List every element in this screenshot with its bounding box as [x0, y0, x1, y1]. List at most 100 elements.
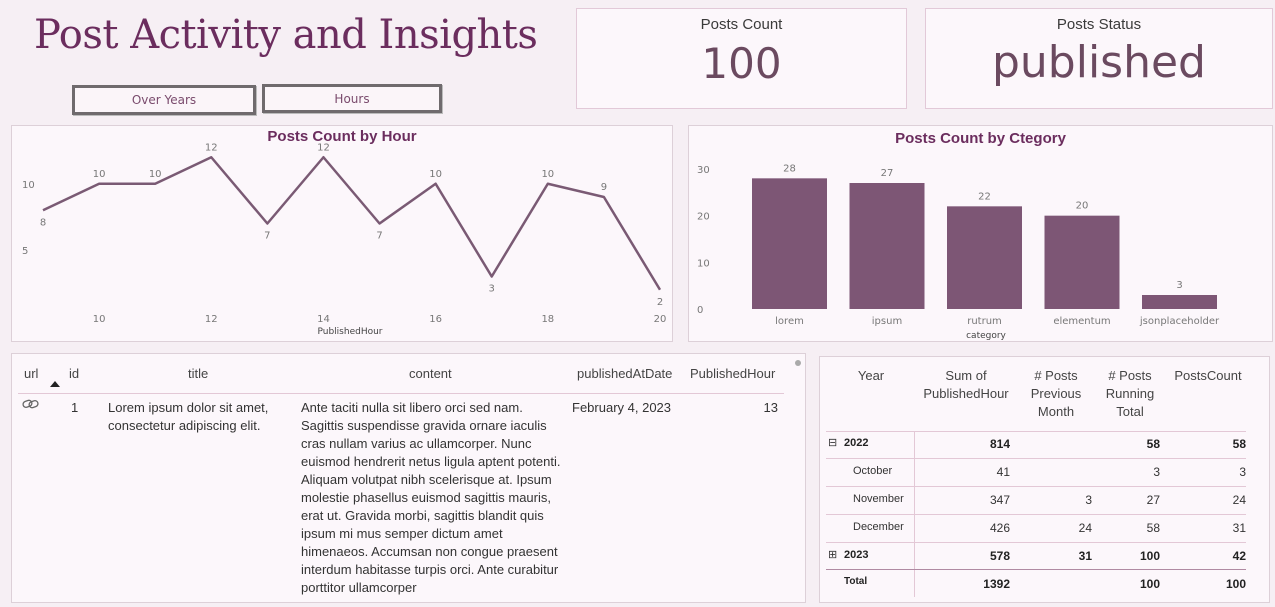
posts-matrix[interactable]: Year Sum of PublishedHour # Posts Previo…: [819, 356, 1270, 603]
matrix-divider: [826, 431, 1246, 432]
data-label: 7: [264, 231, 270, 242]
matrix-cell-prev: 24: [1078, 521, 1092, 535]
x-tick-label: 20: [654, 314, 667, 325]
matrix-cell-running: 27: [1146, 493, 1160, 507]
data-label: 9: [601, 182, 607, 193]
posts-by-category-chart[interactable]: Posts Count by Ctegory 0 10 20 30 28 lorem 27 i…: [688, 125, 1273, 342]
cell-id: 1: [71, 400, 79, 415]
x-tick-label: lorem: [775, 316, 804, 327]
matrix-cell-running: 58: [1146, 437, 1160, 451]
line-chart-svg: 5 10 10 12 14 16 18 20 PublishedHour 8 10 10 12 7 12 7 1…: [22, 142, 667, 337]
y-tick-label: 10: [697, 258, 710, 269]
column-header-url[interactable]: url: [24, 366, 38, 381]
matrix-cell-sum: 347: [989, 493, 1010, 507]
data-label: 2: [657, 297, 663, 308]
data-label: 8: [40, 217, 46, 228]
posts-count-value: 100: [701, 39, 782, 88]
x-tick-label: ipsum: [872, 316, 902, 327]
matrix-header-year[interactable]: Year: [846, 367, 896, 385]
matrix-header-sum[interactable]: Sum of PublishedHour: [916, 367, 1016, 403]
matrix-row-label: October: [853, 465, 893, 477]
data-label: 10: [429, 169, 442, 180]
cell-title: Lorem ipsum dolor sit amet, consectetur …: [108, 400, 269, 433]
posts-status-value: published: [991, 37, 1206, 88]
data-label: 12: [205, 142, 218, 153]
matrix-cell-running: 100: [1139, 577, 1160, 591]
matrix-cell-sum: 578: [989, 549, 1010, 563]
posts-table[interactable]: url id title content publishedAtDate Pub…: [11, 353, 806, 603]
x-tick-label: 18: [541, 314, 554, 325]
matrix-cell-running: 100: [1139, 549, 1160, 563]
cell-content: Ante taciti nulla sit libero orci sed na…: [301, 400, 561, 595]
column-header-title[interactable]: title: [188, 366, 208, 381]
sort-ascending-icon[interactable]: [50, 381, 60, 387]
bar: [1142, 295, 1217, 309]
collapse-icon[interactable]: ⊟: [828, 436, 837, 449]
matrix-divider: [826, 486, 1246, 487]
matrix-header-count[interactable]: PostsCount: [1166, 367, 1250, 385]
matrix-divider: [826, 542, 1246, 543]
matrix-divider: [826, 458, 1246, 459]
data-label: 22: [978, 191, 991, 202]
matrix-cell-count: 58: [1232, 437, 1246, 451]
matrix-divider: [826, 514, 1246, 515]
y-tick-label: 0: [697, 305, 703, 316]
column-header-content[interactable]: content: [409, 366, 452, 381]
hours-button[interactable]: Hours: [262, 84, 442, 113]
matrix-header-prev[interactable]: # Posts Previous Month: [1026, 367, 1086, 421]
column-header-id[interactable]: id: [69, 366, 79, 381]
column-header-publishedatdate[interactable]: publishedAtDate: [577, 366, 672, 381]
x-tick-label: 16: [429, 314, 442, 325]
expand-icon[interactable]: ⊞: [828, 548, 837, 561]
posts-count-card: Posts Count 100: [576, 8, 907, 109]
posts-status-card: Posts Status published: [925, 8, 1273, 109]
matrix-cell-count: 24: [1232, 493, 1246, 507]
header-divider: [18, 393, 784, 394]
matrix-row-label: November: [853, 493, 904, 505]
column-header-publishedhour[interactable]: PublishedHour: [690, 366, 775, 381]
scrollbar-thumb[interactable]: [795, 360, 801, 366]
matrix-row-label: Total: [844, 576, 868, 587]
y-tick-label: 5: [22, 246, 28, 257]
x-tick-label: rutrum: [967, 316, 1002, 327]
x-axis-label: PublishedHour: [317, 327, 382, 337]
bar: [1044, 215, 1120, 309]
posts-count-label: Posts Count: [700, 16, 783, 33]
x-tick-label: jsonplaceholder: [1139, 316, 1220, 327]
matrix-cell-sum: 814: [989, 437, 1010, 451]
bar-chart-svg: 0 10 20 30 28 lorem 27 ipsum 22 rutrum 20 elementum…: [697, 163, 1220, 341]
posts-status-label: Posts Status: [1056, 16, 1142, 33]
data-label: 3: [1176, 280, 1182, 291]
over-years-button[interactable]: Over Years: [72, 85, 256, 115]
matrix-cell-sum: 1392: [983, 577, 1010, 591]
series-line: [42, 156, 662, 291]
bar: [752, 178, 827, 309]
cell-publishedhour: 13: [763, 400, 778, 415]
x-axis-label: category: [966, 331, 1006, 341]
x-tick-label: 14: [317, 314, 330, 325]
matrix-cell-count: 100: [1225, 577, 1246, 591]
y-tick-label: 20: [697, 212, 710, 223]
data-label: 20: [1076, 201, 1089, 212]
matrix-cell-prev: 3: [1085, 493, 1092, 507]
data-label: 12: [317, 142, 330, 153]
y-tick-label: 10: [22, 180, 35, 191]
y-tick-label: 30: [697, 165, 710, 176]
matrix-cell-sum: 426: [989, 521, 1010, 535]
bar: [947, 206, 1022, 309]
matrix-cell-running: 3: [1153, 465, 1160, 479]
data-label: 27: [881, 168, 894, 179]
x-tick-label: 10: [93, 314, 106, 325]
link-icon[interactable]: [22, 398, 40, 410]
bar: [849, 183, 925, 309]
matrix-header-running[interactable]: # Posts Running Total: [1100, 367, 1160, 421]
posts-by-hour-chart[interactable]: Posts Count by Hour 5 10 10 12 14 16 18 20 Publi…: [11, 125, 673, 342]
data-label: 10: [541, 169, 554, 180]
matrix-cell-count: 42: [1232, 549, 1246, 563]
matrix-row-label: 2023: [844, 549, 869, 561]
matrix-cell-count: 3: [1239, 465, 1246, 479]
data-label: 10: [149, 169, 162, 180]
matrix-cell-count: 31: [1232, 521, 1246, 535]
x-tick-label: 12: [205, 314, 218, 325]
matrix-row-label: 2022: [844, 437, 869, 449]
